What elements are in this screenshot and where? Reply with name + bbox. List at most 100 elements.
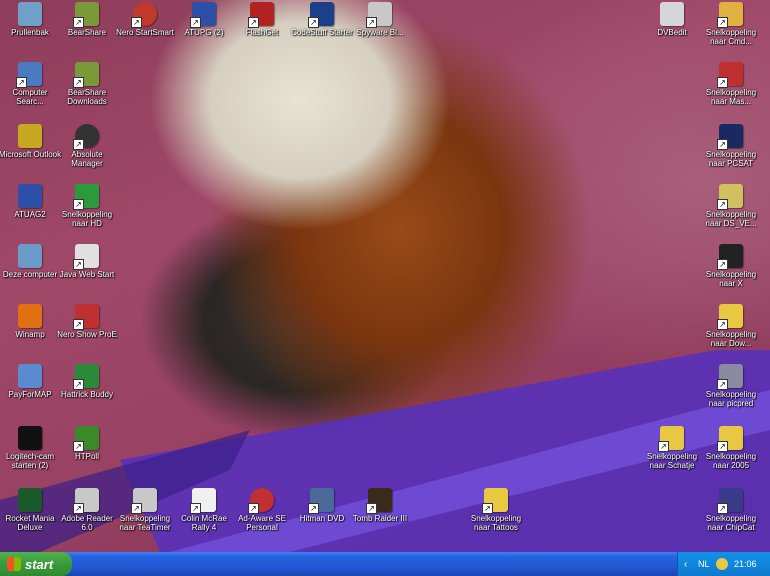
desktop-icon-winamp[interactable]: Winamp — [0, 304, 62, 339]
icon-label: Snelkoppeling naar Tattoos — [470, 514, 522, 532]
desktop-icon-ad-aware[interactable]: ↗ Ad-Aware SE Personal — [230, 488, 294, 532]
icon-label: ATUPG (2) — [184, 28, 224, 37]
desktop-icon-snel-hd[interactable]: ↗ Snelkoppeling naar HD — [55, 184, 119, 228]
icon-label: Tomb Raider III — [352, 514, 408, 523]
icon-label: DVBedit — [657, 28, 687, 37]
icon-label: BearShare — [67, 28, 107, 37]
desktop-icon-snel-pcsat[interactable]: ↗ Snelkoppeling naar PCSAT — [699, 124, 763, 168]
java-icon: ↗ — [73, 244, 99, 270]
desktop-icon-bearshare-downloads[interactable]: ↗ BearShare Downloads — [55, 62, 119, 106]
start-button[interactable]: start — [0, 552, 72, 576]
desktop-icon-snel-teatimer[interactable]: ↗ Snelkoppeling naar TeaTimer — [113, 488, 177, 532]
desktop-icon-snel-picpred[interactable]: ↗ Snelkoppeling naar picpred — [699, 364, 763, 408]
desktop-icon-htpoll[interactable]: ↗ HTPoll — [55, 426, 119, 461]
language-indicator[interactable]: NL — [698, 559, 710, 569]
desktop-icon-snel-mas[interactable]: ↗ Snelkoppeling naar Mas... — [699, 62, 763, 106]
desktop-icon-payformap[interactable]: PayForMAP — [0, 364, 62, 399]
desktop-icon-absolute[interactable]: ↗ Absolute Manager — [55, 124, 119, 168]
flashget-icon: ↗ — [248, 2, 274, 28]
icon-label: Snelkoppeling naar Cmd... — [705, 28, 757, 46]
desktop-icon-hattrick[interactable]: ↗ Hattrick Buddy — [55, 364, 119, 399]
start-label: start — [25, 556, 54, 572]
desktop-icon-nero[interactable]: ↗ Nero StartSmart — [113, 2, 177, 37]
app-icon: ↗ — [717, 62, 743, 88]
icon-label: Snelkoppeling naar PCSAT — [705, 150, 757, 168]
desktop-icon-rocket[interactable]: Rocket Mania Deluxe — [0, 488, 62, 532]
tray-app-icon[interactable] — [716, 558, 728, 570]
spyware-icon: ↗ — [366, 2, 392, 28]
desktop-icon-snel-schatje[interactable]: ↗ Snelkoppeling naar Schatje — [640, 426, 704, 470]
icon-label: Hattrick Buddy — [60, 390, 114, 399]
tray-arrow-icon[interactable]: ‹ — [684, 559, 687, 570]
desktop-icon-snel-dow[interactable]: ↗ Snelkoppeling naar Dow... — [699, 304, 763, 348]
desktop-icon-flashget[interactable]: ↗ FlashGet — [230, 2, 294, 37]
folder-icon: ↗ — [717, 426, 743, 452]
app-icon: ↗ — [717, 124, 743, 150]
desktop-icon-snel-2005[interactable]: ↗ Snelkoppeling naar 2005 — [699, 426, 763, 470]
desktop-icon-recycle-bin[interactable]: Prullenbak — [0, 2, 62, 37]
cmd-icon: ↗ — [717, 2, 743, 28]
desktop-icon-snel-ds[interactable]: ↗ Snelkoppeling naar DS_VE... — [699, 184, 763, 228]
ad-aware-icon: ↗ — [248, 488, 274, 514]
search-window-icon: ↗ — [16, 62, 42, 88]
desktop-icon-nero-showtime[interactable]: ↗ Nero Show ProE — [55, 304, 119, 339]
icon-label: Snelkoppeling naar HD — [61, 210, 113, 228]
icon-label: Spyware Bl... — [356, 28, 404, 37]
icon-label: Snelkoppeling naar X — [705, 270, 757, 288]
icon-label: FlashGet — [245, 28, 279, 37]
icon-label: Snelkoppeling naar ChipCat — [705, 514, 757, 532]
app-icon: ↗ — [131, 488, 157, 514]
icon-label: ATUAG2 — [14, 210, 46, 219]
desktop-icon-adobe[interactable]: ↗ Adobe Reader 6.0 — [55, 488, 119, 532]
desktop-icon-bearshare[interactable]: ↗ BearShare — [55, 2, 119, 37]
desktop-icon-spyware[interactable]: ↗ Spyware Bl... — [348, 2, 412, 37]
icon-label: Microsoft Outlook — [0, 150, 62, 159]
icon-label: PayForMAP — [8, 390, 52, 399]
desktop-icon-atupg[interactable]: ↗ ATUPG (2) — [172, 2, 236, 37]
icon-label: Winamp — [15, 330, 45, 339]
desktop-icon-colin[interactable]: ↗ Colin McRae Rally 4 — [172, 488, 236, 532]
icon-label: CodeStuff Starter — [291, 28, 353, 37]
desktop-icon-hitman[interactable]: ↗ Hitman DVD — [290, 488, 354, 523]
adobe-icon: ↗ — [73, 488, 99, 514]
desktop-icon-outlook[interactable]: Microsoft Outlook — [0, 124, 62, 159]
icon-label: Logitech-cam starten (2) — [5, 452, 55, 470]
icon-label: HTPoll — [74, 452, 99, 461]
desktop-icon-tomb-raider[interactable]: ↗ Tomb Raider III — [348, 488, 412, 523]
app-icon: ↗ — [73, 304, 99, 330]
desktop-icon-snel-tattoos[interactable]: ↗ Snelkoppeling naar Tattoos — [464, 488, 528, 532]
desktop-icon-dvbedit[interactable]: DVBedit — [640, 2, 704, 37]
desktop-icon-codestuff[interactable]: ↗ CodeStuff Starter — [290, 2, 354, 37]
recycle-bin-icon — [18, 2, 42, 26]
computer-icon — [18, 244, 42, 268]
folder-icon: ↗ — [658, 426, 684, 452]
desktop-icon-snel-x[interactable]: ↗ Snelkoppeling naar X — [699, 244, 763, 288]
icon-label: Prullenbak — [11, 28, 49, 37]
desktop-icon-atuag2[interactable]: ATUAG2 — [0, 184, 62, 219]
folder-icon: ↗ — [482, 488, 508, 514]
icon-label: Absolute Manager — [71, 150, 103, 168]
icon-label: Nero StartSmart — [116, 28, 174, 37]
dvd-icon: ↗ — [308, 488, 334, 514]
icon-label: Computer Searc... — [12, 88, 48, 106]
app-icon — [18, 364, 42, 388]
icon-label: Snelkoppeling naar Dow... — [705, 330, 757, 348]
desktop-icon-snel-cmd[interactable]: ↗ Snelkoppeling naar Cmd... — [699, 2, 763, 46]
desktop-icon-computer-search[interactable]: ↗ Computer Searc... — [0, 62, 62, 106]
icon-label: Snelkoppeling naar 2005 — [705, 452, 757, 470]
bearshare-icon: ↗ — [73, 2, 99, 28]
magnifier-icon: ↗ — [717, 184, 743, 210]
x-icon: ↗ — [717, 244, 743, 270]
desktop-icon-snel-chipcat[interactable]: ↗ Snelkoppeling naar ChipCat — [699, 488, 763, 532]
desktop-icon-logitech[interactable]: Logitech-cam starten (2) — [0, 426, 62, 470]
folder-icon: ↗ — [717, 304, 743, 330]
outlook-icon — [18, 124, 42, 148]
game-icon: ↗ — [366, 488, 392, 514]
rocket-icon — [18, 488, 42, 512]
desktop-icon-java[interactable]: ↗ Java Web Start — [55, 244, 119, 279]
nero-icon: ↗ — [131, 2, 157, 28]
rally-icon: ↗ — [190, 488, 216, 514]
desktop-icon-deze-computer[interactable]: Deze computer — [0, 244, 62, 279]
clock[interactable]: 21:06 — [734, 559, 757, 569]
icon-label: Snelkoppeling naar DS_VE... — [705, 210, 757, 228]
